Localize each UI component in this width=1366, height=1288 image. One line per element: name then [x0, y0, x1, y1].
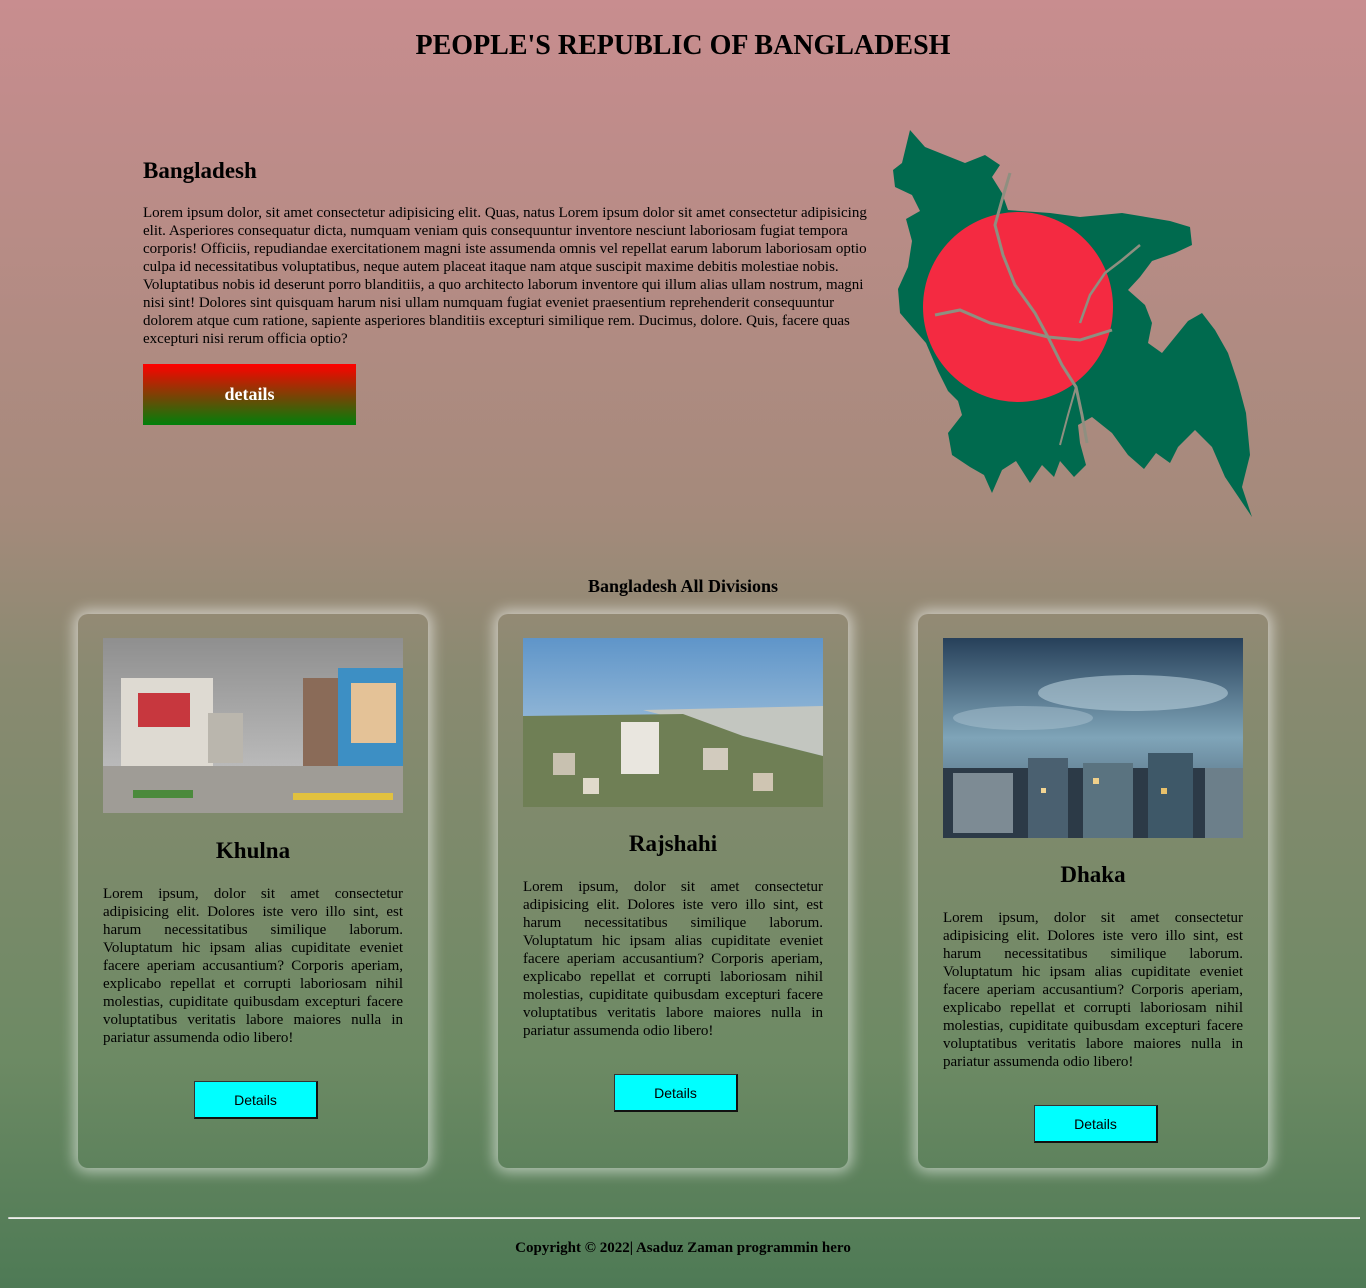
card-title: Rajshahi: [628, 831, 718, 856]
division-card-khulna: Khulna Lorem ipsum, dolor sit amet conse…: [78, 614, 428, 1168]
hero-section: Bangladesh Lorem ipsum dolor, sit amet c…: [143, 158, 873, 348]
hero-heading: Bangladesh: [143, 158, 257, 183]
page-title: PEOPLE'S REPUBLIC OF BANGLADESH: [415, 30, 951, 61]
footer-divider: [8, 1217, 1360, 1219]
division-card-dhaka: Dhaka Lorem ipsum, dolor sit amet consec…: [918, 614, 1268, 1168]
rajshahi-photo: [523, 638, 823, 807]
dhaka-details-button[interactable]: Details: [1034, 1105, 1158, 1143]
card-description: Lorem ipsum, dolor sit amet consectetur …: [523, 879, 823, 1039]
divisions-heading: Bangladesh All Divisions: [587, 576, 779, 596]
bangladesh-flag-map: [893, 130, 1252, 517]
card-title: Dhaka: [1060, 862, 1126, 887]
footer-copyright: Copyright © 2022| Asaduz Zaman programmi…: [515, 1240, 851, 1256]
dhaka-photo: [943, 638, 1243, 838]
hero-details-button[interactable]: details: [143, 364, 356, 425]
khulna-details-button[interactable]: Details: [194, 1081, 318, 1119]
division-card-rajshahi: Rajshahi Lorem ipsum, dolor sit amet con…: [498, 614, 848, 1168]
card-description: Lorem ipsum, dolor sit amet consectetur …: [943, 910, 1243, 1070]
rajshahi-details-button[interactable]: Details: [614, 1074, 738, 1112]
card-description: Lorem ipsum, dolor sit amet consectetur …: [103, 886, 403, 1046]
card-title: Khulna: [215, 838, 291, 863]
hero-description: Lorem ipsum dolor, sit amet consectetur …: [143, 205, 867, 347]
khulna-photo: [103, 638, 403, 813]
